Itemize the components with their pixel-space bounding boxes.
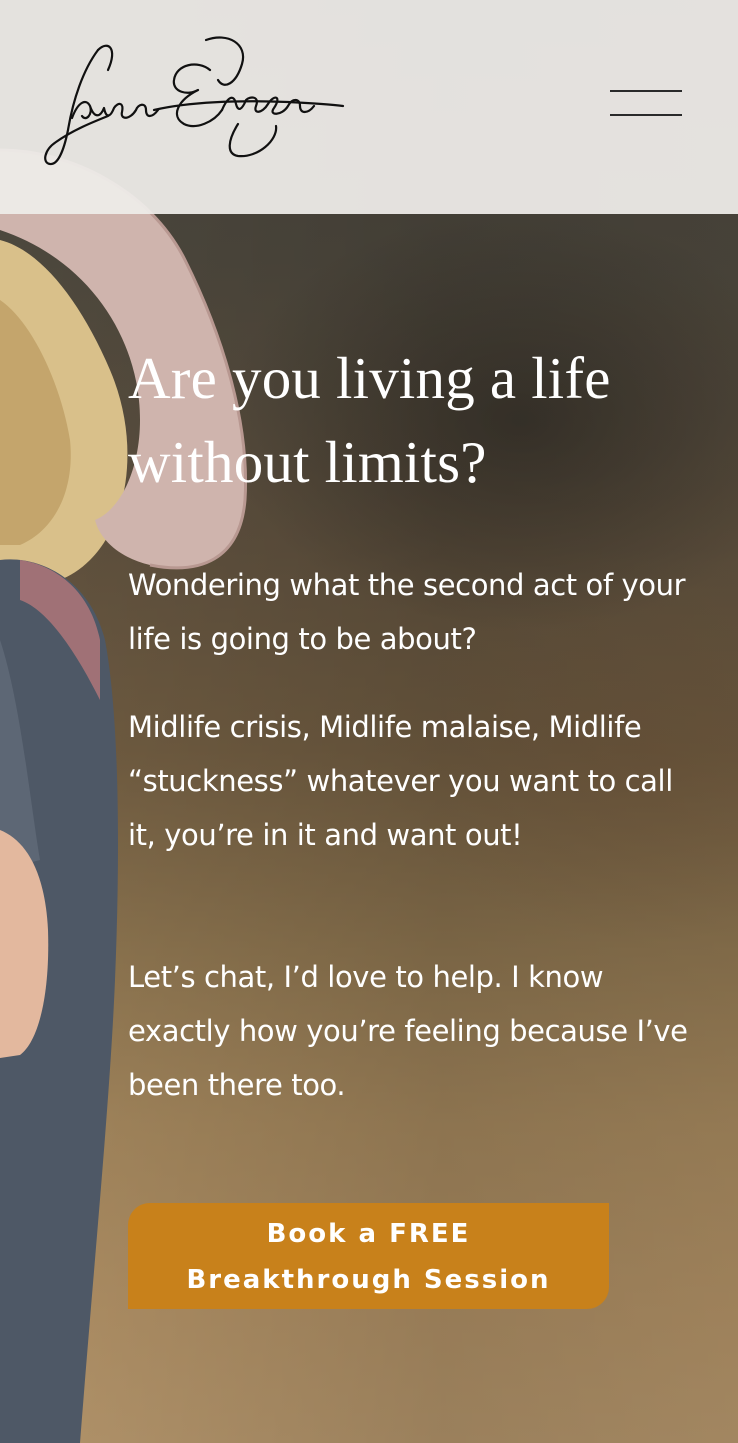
hero-content: Are you living a life without limits? Wo… — [128, 336, 708, 1102]
site-header — [0, 0, 738, 214]
menu-bar-top — [610, 90, 682, 92]
hero-headline: Are you living a life without limits? — [128, 345, 611, 495]
cta-line-1: Book a FREE — [266, 1219, 471, 1249]
laura-enzor-signature-logo[interactable] — [38, 30, 358, 180]
midlife-paragraph: Midlife crisis, Midlife malaise, Midlife… — [128, 710, 673, 852]
book-free-session-button[interactable]: Book a FREE Breakthrough Session — [128, 1203, 609, 1309]
hamburger-menu-icon[interactable] — [604, 82, 688, 126]
cta-line-2: Breakthrough Session — [186, 1265, 551, 1295]
menu-bar-bottom — [610, 114, 682, 116]
chat-paragraph: Let’s chat, I’d love to help. I know exa… — [128, 960, 688, 1102]
intro-paragraph: Wondering what the second act of your li… — [128, 568, 686, 656]
